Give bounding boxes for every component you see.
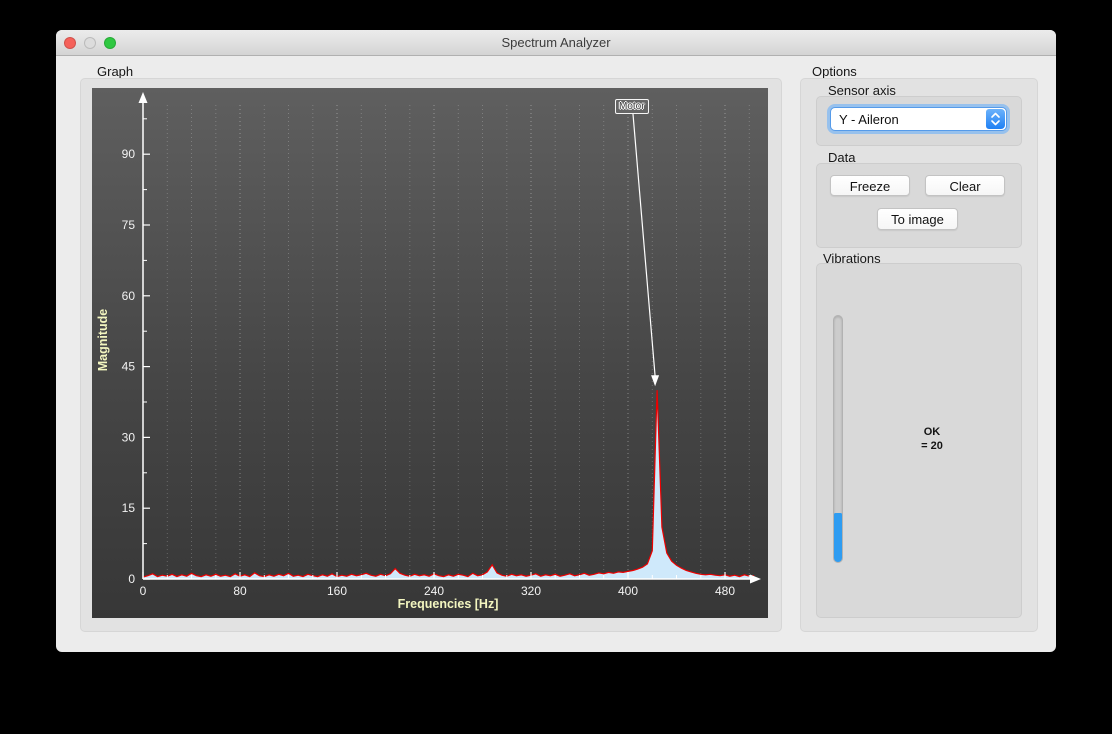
freeze-button[interactable]: Freeze	[830, 175, 910, 196]
svg-text:240: 240	[424, 584, 444, 598]
svg-text:160: 160	[327, 584, 347, 598]
svg-text:Magnitude: Magnitude	[96, 309, 110, 372]
svg-text:30: 30	[122, 430, 136, 444]
vibration-status-ok: OK	[923, 426, 941, 438]
chevron-up-down-icon[interactable]	[986, 109, 1005, 129]
window-title: Spectrum Analyzer	[501, 35, 611, 50]
sensor-axis-selected-value: Y - Aileron	[839, 112, 899, 127]
svg-text:320: 320	[521, 584, 541, 598]
sensor-axis-select[interactable]: Y - Aileron	[830, 107, 1007, 131]
spectrum-plot: 0 15 30 45 60 75 90 0 80 160 240 320 400 480 Magnitude…	[92, 88, 768, 618]
vibration-status-text: OK = 20	[872, 425, 992, 453]
svg-text:400: 400	[618, 584, 638, 598]
svg-text:60: 60	[122, 289, 136, 303]
clear-button[interactable]: Clear	[925, 175, 1005, 196]
svg-text:0: 0	[128, 572, 135, 586]
svg-text:45: 45	[122, 360, 136, 374]
svg-text:90: 90	[122, 147, 136, 161]
graph-group-label: Graph	[97, 64, 134, 79]
spectrum-chart-svg: 0 15 30 45 60 75 90 0 80 160 240 320 400 480 Magnitude…	[96, 92, 761, 611]
options-group-label: Options	[812, 64, 857, 79]
motor-annotation-label: Motor	[615, 99, 649, 114]
svg-text:0: 0	[140, 584, 147, 598]
svg-text:Frequencies [Hz]: Frequencies [Hz]	[398, 597, 499, 611]
svg-text:75: 75	[122, 218, 136, 232]
svg-text:15: 15	[122, 501, 136, 515]
vibration-level-fill	[834, 512, 842, 562]
title-bar[interactable]: Spectrum Analyzer	[56, 30, 1056, 56]
svg-text:480: 480	[715, 584, 735, 598]
to-image-button[interactable]: To image	[877, 208, 958, 230]
spectrum-analyzer-window: Spectrum Analyzer Graph 0 15 30 45 60 75 90 0 80…	[56, 30, 1056, 652]
svg-text:80: 80	[233, 584, 247, 598]
desktop-background: Spectrum Analyzer Graph 0 15 30 45 60 75 90 0 80…	[0, 0, 1112, 734]
vibration-status-value: = 20	[921, 440, 943, 452]
vibration-level-bar[interactable]	[833, 315, 843, 563]
